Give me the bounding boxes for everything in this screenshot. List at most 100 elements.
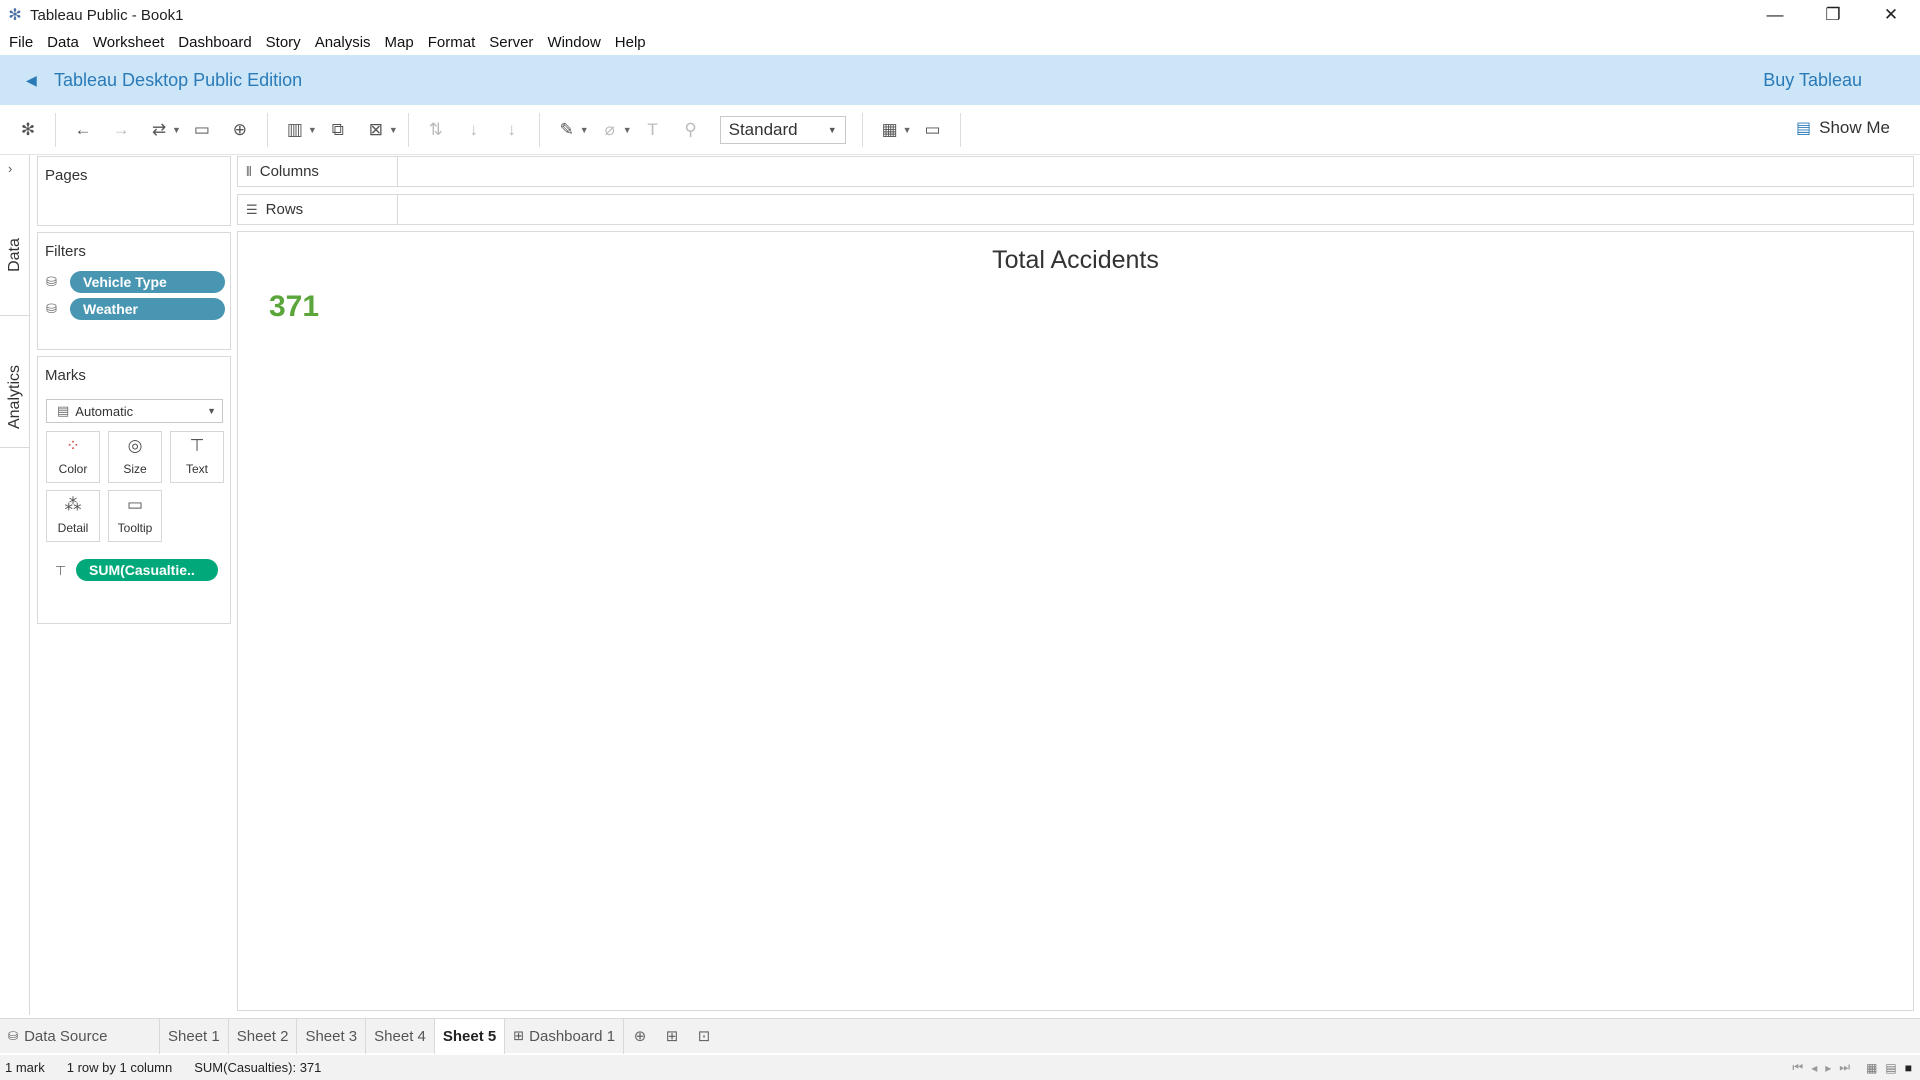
sheet-sorter-icon[interactable]: ▦ — [1866, 1061, 1877, 1075]
menu-story[interactable]: Story — [259, 34, 308, 51]
text-icon: ⊤ — [189, 436, 205, 455]
chevron-down-icon[interactable]: ▼ — [172, 125, 181, 135]
close-button[interactable]: ✕ — [1862, 0, 1920, 30]
mark-type-value: Automatic — [75, 403, 134, 419]
show-me-icon: ▤ — [1796, 120, 1812, 137]
tab-data-source[interactable]: ⛁ Data Source — [0, 1018, 160, 1054]
presentation-mode-icon[interactable]: ▭ — [919, 116, 947, 144]
tab-sheet-2[interactable]: Sheet 2 — [229, 1018, 298, 1054]
menu-window[interactable]: Window — [540, 34, 607, 51]
fit-select[interactable]: Standard ▼ — [719, 115, 846, 144]
total-accidents-value[interactable]: 371 — [269, 290, 319, 324]
divider — [0, 315, 30, 316]
group-members-icon[interactable]: ⌀ — [596, 116, 624, 144]
new-worksheet-icon[interactable]: ⊕ — [624, 1019, 656, 1054]
menu-map[interactable]: Map — [378, 34, 421, 51]
buy-tableau-link[interactable]: Buy Tableau — [1763, 70, 1862, 91]
new-worksheet-icon[interactable]: ▥ — [281, 116, 309, 144]
data-pane-tab[interactable]: Data — [2, 215, 28, 295]
menu-bar: File Data Worksheet Dashboard Story Anal… — [0, 30, 1920, 55]
next-sheet-icon[interactable]: ▸ — [1825, 1061, 1831, 1075]
analytics-pane-tab[interactable]: Analytics — [2, 337, 28, 457]
tab-sheet-4[interactable]: Sheet 4 — [366, 1018, 435, 1054]
menu-server[interactable]: Server — [482, 34, 540, 51]
marks-detail-label: Detail — [57, 521, 89, 535]
menu-worksheet[interactable]: Worksheet — [86, 34, 171, 51]
color-icon: ⁘ — [65, 436, 81, 455]
chevron-down-icon[interactable]: ▼ — [580, 125, 589, 135]
highlight-icon[interactable]: ✎ — [553, 116, 581, 144]
tableau-home-icon[interactable]: ✻ — [14, 116, 42, 144]
measure-pill-casualties[interactable]: SUM(Casualtie.. — [76, 559, 218, 581]
pages-card[interactable]: Pages — [37, 156, 231, 226]
worksheet-view[interactable]: Total Accidents 371 — [237, 231, 1914, 1011]
toolbar-separator — [861, 112, 863, 147]
tabs-view-icon[interactable]: ■ — [1905, 1061, 1912, 1075]
tab-sheet-3[interactable]: Sheet 3 — [297, 1018, 367, 1054]
marks-color-button[interactable]: ⁘ Color — [46, 431, 100, 483]
columns-shelf[interactable]: ⦀ Columns — [237, 156, 1914, 187]
show-me-button[interactable]: ▤ Show Me — [1796, 118, 1890, 138]
tableau-app: ✻ Tableau Public - Book1 — ❐ ✕ File Data… — [0, 0, 1920, 1080]
new-data-source-icon[interactable]: ⊕ — [226, 116, 254, 144]
chevron-down-icon[interactable]: ▼ — [623, 125, 632, 135]
filters-card[interactable]: Filters ⛁ Vehicle Type ⛁ Weather — [37, 232, 231, 350]
side-pane-strip: › Data Analytics — [0, 155, 30, 1015]
tab-sheet-5[interactable]: Sheet 5 — [434, 1018, 506, 1054]
tab-sheet-1[interactable]: Sheet 1 — [160, 1018, 229, 1054]
chevron-down-icon[interactable]: ▼ — [903, 125, 912, 135]
marks-size-button[interactable]: ◎ Size — [108, 431, 162, 483]
first-sheet-icon[interactable]: ⏮ — [1792, 1060, 1803, 1075]
marks-detail-button[interactable]: ⁂ Detail — [46, 490, 100, 542]
show-mark-labels-icon[interactable]: T — [639, 116, 667, 144]
redo-icon[interactable]: → — [107, 116, 135, 144]
save-icon[interactable]: ▭ — [188, 116, 216, 144]
status-bar: 1 mark 1 row by 1 column SUM(Casualties)… — [0, 1055, 1920, 1080]
menu-data[interactable]: Data — [40, 34, 86, 51]
tab-dashboard-1[interactable]: ⊞ Dashboard 1 — [505, 1018, 625, 1054]
toolbar-separator — [959, 112, 961, 147]
duplicate-sheet-icon[interactable]: ⧉ — [324, 116, 352, 144]
undo-icon[interactable]: ← — [69, 116, 97, 144]
pages-header: Pages — [45, 167, 88, 184]
clear-sheet-icon[interactable]: ⊠ — [362, 116, 390, 144]
chevron-down-icon[interactable]: ▼ — [389, 125, 398, 135]
marks-tooltip-button[interactable]: ▭ Tooltip — [108, 490, 162, 542]
status-marks-count: 1 mark — [5, 1060, 45, 1075]
filter-pill-weather[interactable]: Weather — [70, 298, 225, 320]
prev-sheet-icon[interactable]: ◂ — [1811, 1061, 1817, 1075]
menu-file[interactable]: File — [2, 34, 40, 51]
chevron-down-icon: ▼ — [207, 406, 216, 416]
show-cards-icon[interactable]: ▦ — [876, 116, 904, 144]
menu-format[interactable]: Format — [421, 34, 483, 51]
menu-analysis[interactable]: Analysis — [308, 34, 378, 51]
new-dashboard-icon[interactable]: ⊞ — [656, 1019, 688, 1054]
swap-rows-columns-icon[interactable]: ⇅ — [422, 116, 450, 144]
mark-type-icon: ▤ — [57, 403, 70, 418]
detail-icon: ⁂ — [64, 495, 82, 514]
last-sheet-icon[interactable]: ⏭ — [1839, 1060, 1850, 1075]
filter-pill-vehicle-type[interactable]: Vehicle Type — [70, 271, 225, 293]
rows-label: Rows — [265, 201, 304, 218]
sort-ascending-icon[interactable]: ↓ — [460, 116, 488, 144]
expand-pane-icon[interactable]: › — [8, 161, 12, 176]
title-bar: ✻ Tableau Public - Book1 — ❐ ✕ — [0, 0, 1920, 30]
new-story-icon[interactable]: ⊡ — [688, 1019, 720, 1054]
columns-label: Columns — [259, 163, 319, 180]
marks-text-button[interactable]: ⊤ Text — [170, 431, 224, 483]
fix-axes-icon[interactable]: ⚲ — [677, 116, 705, 144]
mark-type-select[interactable]: ▤ Automatic ▼ — [46, 399, 223, 423]
restore-button[interactable]: ❐ — [1804, 0, 1862, 30]
tooltip-icon: ▭ — [126, 495, 144, 514]
chevron-down-icon[interactable]: ▼ — [308, 125, 317, 135]
megaphone-icon: ◀ — [26, 71, 37, 88]
rows-shelf[interactable]: ☰ Rows — [237, 194, 1914, 225]
menu-dashboard[interactable]: Dashboard — [171, 34, 258, 51]
toolbar-separator — [538, 112, 540, 147]
menu-help[interactable]: Help — [608, 34, 653, 51]
filmstrip-icon[interactable]: ▤ — [1885, 1061, 1896, 1075]
minimize-button[interactable]: — — [1746, 0, 1804, 30]
toolbar: ✻ ← → ⇄ ▼ ▭ ⊕ ▥ ▼ ⧉ ⊠ ▼ ⇅ ↓ ↓ ✎ ▼ ⌀ ▼ T … — [0, 105, 1920, 155]
sort-descending-icon[interactable]: ↓ — [498, 116, 526, 144]
replace-data-source-icon[interactable]: ⇄ — [145, 116, 173, 144]
